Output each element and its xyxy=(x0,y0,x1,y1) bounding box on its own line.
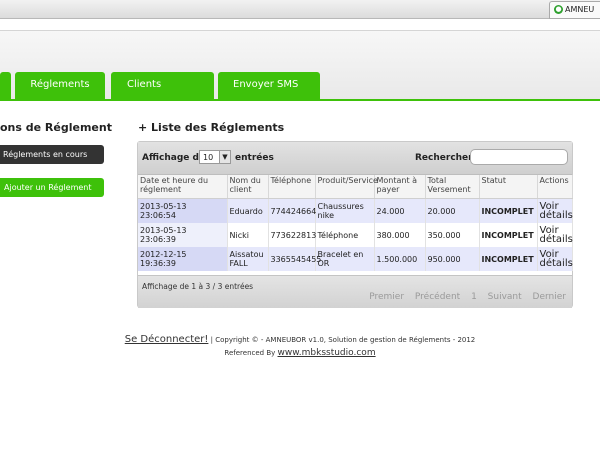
table-toolbar: Affichage de 10 ▼ entrées Rechercher: xyxy=(138,142,572,175)
table-footer: Affichage de 1 à 3 / 3 entrées Premier P… xyxy=(138,275,572,308)
table-row: 2013-05-13 23:06:54 Eduardo 774424664 Ch… xyxy=(138,198,573,223)
status-badge: INCOMPLET xyxy=(479,223,538,247)
column-header-telephone[interactable]: Téléphone xyxy=(268,175,316,199)
voir-details-link[interactable]: Voir détails xyxy=(537,223,573,247)
cell-nom: Eduardo xyxy=(227,198,269,223)
column-header-produit[interactable]: Produit/Service xyxy=(315,175,378,199)
cell-montant: 24.000 xyxy=(374,198,426,223)
mbks-studio-link[interactable]: www.mbksstudio.com xyxy=(278,348,376,358)
nav-tab-clients[interactable]: Clients xyxy=(111,72,214,100)
browser-tab[interactable]: ● AMNEU xyxy=(549,1,600,19)
page-length-select[interactable]: 10 ▼ xyxy=(199,150,231,164)
site-favicon-icon: ● xyxy=(554,5,563,14)
sidebar-item-reglements-en-cours[interactable]: Réglements en cours xyxy=(0,145,104,164)
cell-telephone: 773622813 xyxy=(268,223,316,247)
entries-label: entrées xyxy=(235,153,274,163)
pager-last[interactable]: Dernier xyxy=(533,292,566,302)
cell-montant: 1.500.000 xyxy=(374,247,426,271)
page-footer: Se Déconnecter! | Copyright © - AMNEUBOR… xyxy=(0,333,600,360)
cell-total: 950.000 xyxy=(425,247,480,271)
cell-produit: Chaussures nike xyxy=(315,198,375,223)
search-label: Rechercher: xyxy=(415,153,477,163)
column-header-montant[interactable]: Montant à payer xyxy=(374,175,426,199)
browser-tab-title: AMNEU xyxy=(565,5,595,14)
table-row: 2012-12-15 19:36:39 Aissatou FALL 336554… xyxy=(138,247,573,271)
cell-date: 2013-05-13 23:06:54 xyxy=(138,198,228,223)
sidebar-item-ajouter-reglement[interactable]: Ajouter un Réglement xyxy=(0,178,104,197)
table-row: 2013-05-13 23:06:39 Nicki 773622813 Télé… xyxy=(138,223,573,247)
browser-chrome: ● AMNEU xyxy=(0,0,600,19)
page-title: + Liste des Réglements xyxy=(138,121,285,134)
column-header-date[interactable]: Date et heure du réglement xyxy=(138,175,228,199)
sidebar-title: ons de Réglement xyxy=(0,121,112,134)
voir-details-link[interactable]: Voir détails xyxy=(537,198,573,223)
reglements-table: Date et heure du réglement Nom du client… xyxy=(138,175,573,271)
pager-first[interactable]: Premier xyxy=(369,292,404,302)
nav-tab-reglements[interactable]: Réglements xyxy=(15,72,105,100)
cell-telephone: 3365545455 xyxy=(268,247,321,271)
cell-produit: Téléphone xyxy=(315,223,375,247)
cell-telephone: 774424664 xyxy=(268,198,316,223)
table-header-row: Date et heure du réglement Nom du client… xyxy=(138,175,573,199)
table-info: Affichage de 1 à 3 / 3 entrées xyxy=(142,282,254,291)
cell-montant: 380.000 xyxy=(374,223,426,247)
voir-details-link[interactable]: Voir détails xyxy=(537,247,573,271)
column-header-actions[interactable]: Actions xyxy=(537,175,573,199)
pagination: Premier Précédent 1 Suivant Dernier xyxy=(361,292,566,302)
dropdown-arrow-icon: ▼ xyxy=(219,151,230,163)
cell-nom: Aissatou FALL xyxy=(227,247,269,271)
cell-date: 2012-12-15 19:36:39 xyxy=(138,247,228,271)
pager-page-1[interactable]: 1 xyxy=(471,292,477,302)
page-length-label: Affichage de xyxy=(142,153,206,163)
referenced-by-label: Referenced By xyxy=(224,349,276,357)
column-header-nom[interactable]: Nom du client xyxy=(227,175,269,199)
copyright-text: | Copyright © - AMNEUBOR v1.0, Solution … xyxy=(210,336,476,344)
status-badge: INCOMPLET xyxy=(479,247,538,271)
nav-tab-partial[interactable] xyxy=(0,72,11,100)
cell-total: 350.000 xyxy=(425,223,480,247)
nav-tab-envoyer-sms[interactable]: Envoyer SMS xyxy=(218,72,320,100)
reglements-table-panel: Affichage de 10 ▼ entrées Rechercher: Da… xyxy=(137,141,573,308)
status-badge: INCOMPLET xyxy=(479,198,538,223)
column-header-total[interactable]: Total Versement xyxy=(425,175,480,199)
page-length-value: 10 xyxy=(203,153,214,162)
cell-total: 20.000 xyxy=(425,198,480,223)
logout-link[interactable]: Se Déconnecter! xyxy=(125,334,209,345)
cell-produit: Bracelet en OR xyxy=(315,247,375,271)
cell-date: 2013-05-13 23:06:39 xyxy=(138,223,228,247)
cell-nom: Nicki xyxy=(227,223,269,247)
column-header-statut[interactable]: Statut xyxy=(479,175,538,199)
pager-previous[interactable]: Précédent xyxy=(415,292,460,302)
nav-underline xyxy=(0,99,600,101)
pager-next[interactable]: Suivant xyxy=(488,292,522,302)
search-input[interactable] xyxy=(470,149,568,165)
